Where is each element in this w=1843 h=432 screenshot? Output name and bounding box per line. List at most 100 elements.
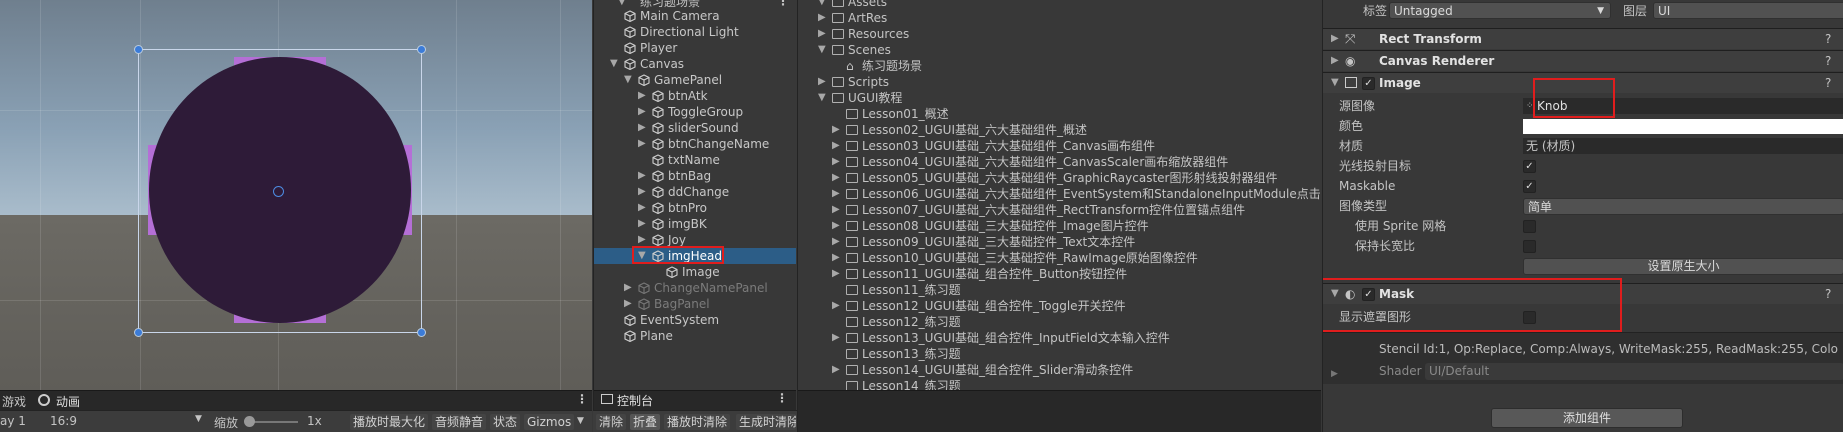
hierarchy-item[interactable]: ▶ ToggleGroup [594, 104, 796, 120]
mute-audio-button[interactable]: 音频静音 [432, 414, 487, 430]
maximize-on-play-button[interactable]: 播放时最大化 [350, 414, 429, 430]
expand-arrow-icon[interactable]: ▶ [832, 362, 840, 378]
project-item[interactable]: ▶ Lesson05_UGUI基础_六大基础组件_GraphicRaycaster… [798, 170, 1321, 186]
help-icon[interactable]: ? [1825, 54, 1831, 68]
collapse-arrow-icon[interactable]: ▼ [1331, 77, 1339, 88]
project-item[interactable]: ▶ Lesson11_UGUI基础_组合控件_Button按钮控件 [798, 266, 1321, 282]
project-item[interactable]: ▶ Scripts [798, 74, 1321, 90]
set-native-size-button[interactable]: 设置原生大小 [1523, 258, 1843, 275]
hierarchy-item[interactable]: ▼ imgHead [594, 246, 796, 264]
project-item[interactable]: ▼ UGUI教程 [798, 90, 1321, 106]
tab-animation[interactable]: 动画 [56, 393, 80, 410]
project-item[interactable]: Lesson12_练习题 [798, 314, 1321, 330]
hierarchy-item[interactable]: txtName [594, 152, 796, 168]
gizmos-dropdown-arrow-icon[interactable]: ▼ [577, 416, 584, 426]
layer-dropdown[interactable]: UI [1653, 2, 1843, 19]
expand-arrow-icon[interactable]: ▶ [818, 10, 826, 26]
expand-arrow-icon[interactable]: ▶ [832, 122, 840, 138]
hierarchy-item[interactable]: ▶ ChangeNamePanel [594, 280, 796, 296]
gizmos-button[interactable]: Gizmos [524, 414, 575, 430]
scale-slider-thumb[interactable] [244, 416, 255, 427]
expand-arrow-icon[interactable]: ▶ [1331, 33, 1339, 44]
hierarchy-item[interactable]: ▼ Canvas [594, 56, 796, 72]
clear-on-play-button[interactable]: 播放时清除 [664, 414, 731, 430]
expand-arrow-icon[interactable]: ▶ [832, 154, 840, 170]
image-type-dropdown[interactable]: 简单 [1523, 198, 1843, 215]
project-item[interactable]: ▶ Lesson08_UGUI基础_三大基础控件_Image图片控件 [798, 218, 1321, 234]
sprite-mesh-checkbox[interactable] [1523, 220, 1536, 233]
clear-on-build-button[interactable]: 生成时清除 [736, 414, 796, 430]
expand-arrow-icon[interactable]: ▶ [638, 136, 646, 152]
expand-arrow-icon[interactable]: ▶ [832, 138, 840, 154]
shader-dropdown[interactable]: UI/Default [1425, 363, 1843, 380]
hierarchy-item[interactable]: ▶ BagPanel [594, 296, 796, 312]
console-clear-button[interactable]: 清除 [596, 414, 627, 430]
expand-arrow-icon[interactable]: ▶ [818, 74, 826, 90]
console-collapse-button[interactable]: 折叠 [630, 414, 661, 430]
more-menu-icon[interactable]: ⋮ [576, 392, 588, 406]
project-item[interactable]: Lesson13_练习题 [798, 346, 1321, 362]
expand-arrow-icon[interactable]: ▶ [832, 186, 840, 202]
console-menu-icon[interactable]: ⋮ [776, 391, 788, 405]
maskable-checkbox[interactable]: ✓ [1523, 180, 1536, 193]
expand-arrow-icon[interactable]: ▶ [832, 266, 840, 282]
expand-arrow-icon[interactable]: ▶ [638, 168, 646, 184]
handle-top-right[interactable] [417, 45, 426, 54]
canvas-renderer-header[interactable]: ▶ ◉ Canvas Renderer ? [1323, 50, 1843, 71]
project-item[interactable]: ▶ Lesson12_UGUI基础_组合控件_Toggle开关控件 [798, 298, 1321, 314]
tag-dropdown[interactable]: Untagged ▼ [1389, 2, 1611, 19]
expand-arrow-icon[interactable]: ▶ [832, 170, 840, 186]
collapse-arrow-icon[interactable]: ▼ [818, 90, 826, 106]
project-item[interactable]: Lesson11_练习题 [798, 282, 1321, 298]
hierarchy-item[interactable]: ▼ GamePanel [594, 72, 796, 88]
hierarchy-item[interactable]: ▶ btnAtk [594, 88, 796, 104]
hierarchy-item[interactable]: Image [594, 264, 796, 280]
expand-arrow-icon[interactable]: ▶ [818, 26, 826, 42]
hierarchy-item[interactable]: ▶ btnPro [594, 200, 796, 216]
project-item[interactable]: ▶ Resources [798, 26, 1321, 42]
hierarchy-item[interactable]: EventSystem [594, 312, 796, 328]
expand-arrow-icon[interactable]: ▶ [832, 250, 840, 266]
collapse-arrow-icon[interactable]: ▼ [624, 72, 632, 88]
pivot-handle[interactable] [273, 186, 284, 197]
hierarchy-item[interactable]: ▶ sliderSound [594, 120, 796, 136]
expand-arrow-icon[interactable]: ▶ [832, 298, 840, 314]
rect-transform-header[interactable]: ▶ ⤧ Rect Transform ? [1323, 28, 1843, 49]
expand-arrow-icon[interactable]: ▶ [1331, 55, 1339, 66]
handle-bottom-left[interactable] [134, 328, 143, 337]
expand-arrow-icon[interactable]: ▶ [624, 296, 632, 312]
project-item[interactable]: ▶ Lesson07_UGUI基础_六大基础组件_RectTransform控件位… [798, 202, 1321, 218]
project-item[interactable]: ▶ Lesson09_UGUI基础_三大基础控件_Text文本控件 [798, 234, 1321, 250]
hierarchy-item[interactable]: ▶ imgBK [594, 216, 796, 232]
display-dropdown[interactable]: ay 1 [0, 414, 26, 428]
raycast-checkbox[interactable]: ✓ [1523, 160, 1536, 173]
project-item[interactable]: ▶ Lesson03_UGUI基础_六大基础组件_Canvas画布组件 [798, 138, 1321, 154]
color-swatch[interactable] [1523, 119, 1843, 134]
add-component-button[interactable]: 添加组件 [1491, 408, 1683, 428]
help-icon[interactable]: ? [1825, 287, 1831, 301]
collapse-arrow-icon[interactable]: ▼ [818, 0, 826, 10]
project-item[interactable]: ⌂ 练习题场景 [798, 58, 1321, 74]
image-enabled-checkbox[interactable]: ✓ [1362, 77, 1375, 90]
expand-arrow-icon[interactable]: ▶ [638, 120, 646, 136]
expand-arrow-icon[interactable]: ▶ [832, 234, 840, 250]
hierarchy-item[interactable]: ▶ ddChange [594, 184, 796, 200]
aspect-dropdown[interactable]: 16:9 [50, 414, 206, 428]
project-item[interactable]: ▶ Lesson13_UGUI基础_组合控件_InputField文本输入控件 [798, 330, 1321, 346]
expand-arrow-icon[interactable]: ▶ [832, 202, 840, 218]
help-icon[interactable]: ? [1825, 32, 1831, 46]
tab-game[interactable]: 游戏 [2, 393, 26, 410]
expand-arrow-icon[interactable]: ▶ [638, 104, 646, 120]
project-item[interactable]: ▼ Scenes [798, 42, 1321, 58]
project-item[interactable]: ▶ Lesson06_UGUI基础_六大基础组件_EventSystem和Stan… [798, 186, 1321, 202]
collapse-arrow-icon[interactable]: ▼ [818, 42, 826, 58]
expand-arrow-icon[interactable]: ▶ [638, 200, 646, 216]
expand-arrow-icon[interactable]: ▶ [624, 280, 632, 296]
tab-console[interactable]: 控制台 [617, 392, 653, 409]
project-item[interactable]: Lesson01_概述 [798, 106, 1321, 122]
project-item[interactable]: ▶ Lesson10_UGUI基础_三大基础控件_RawImage原始图像控件 [798, 250, 1321, 266]
handle-top-left[interactable] [134, 45, 143, 54]
collapse-arrow-icon[interactable]: ▼ [610, 56, 618, 72]
hierarchy-item[interactable]: Player [594, 40, 796, 56]
preserve-aspect-checkbox[interactable] [1523, 240, 1536, 253]
